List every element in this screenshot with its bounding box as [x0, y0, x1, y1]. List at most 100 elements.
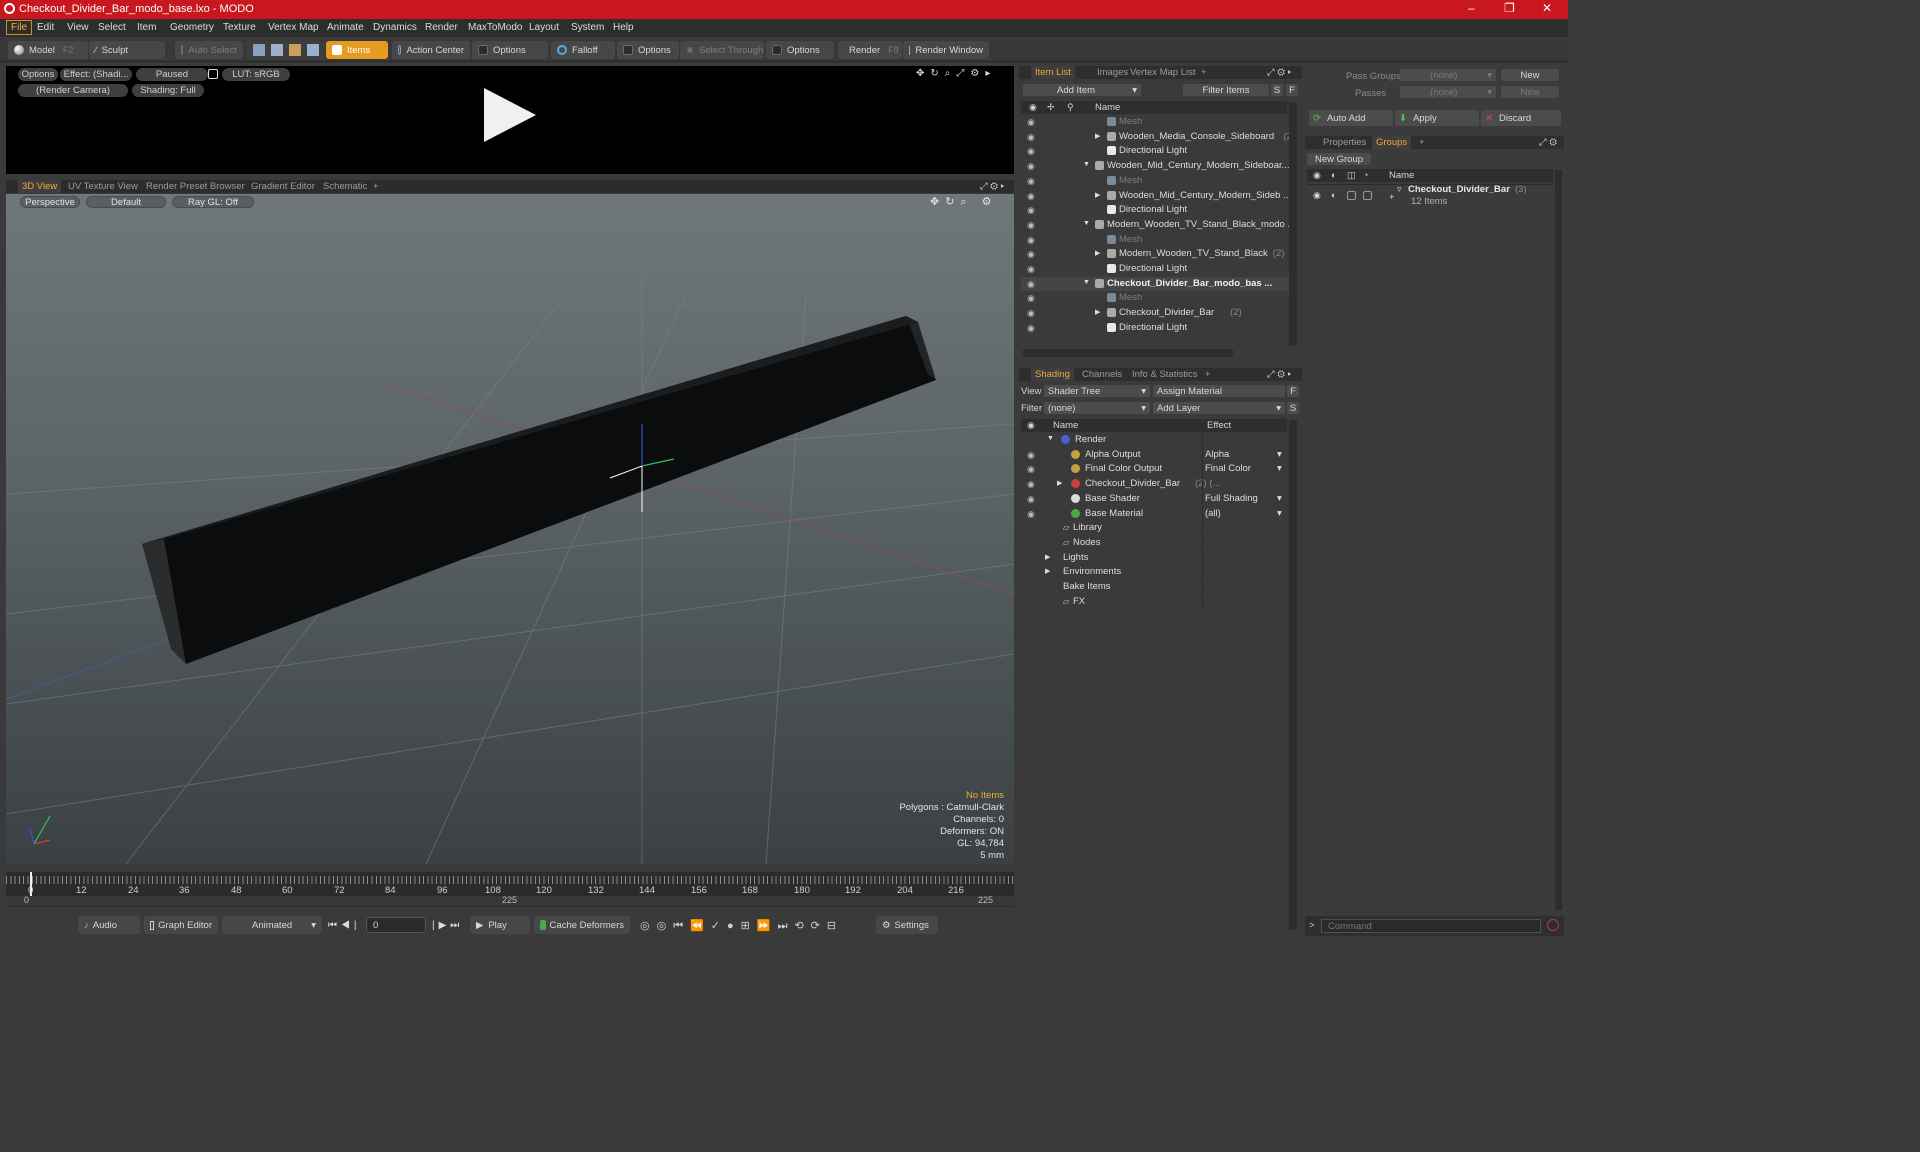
- eye-icon[interactable]: ◉: [1027, 509, 1035, 520]
- menu-maxtomodo[interactable]: MaxToModo: [464, 21, 526, 34]
- record-icon[interactable]: [1547, 919, 1559, 931]
- expand-icon[interactable]: ▶: [1045, 553, 1050, 561]
- expand-icon[interactable]: ▶: [1095, 191, 1100, 199]
- lock-icon[interactable]: [208, 69, 218, 79]
- eye-icon[interactable]: ◉: [1027, 132, 1035, 143]
- shader-row[interactable]: ▱ Library: [1021, 521, 1289, 536]
- shader-tree-dropdown[interactable]: Shader Tree ▾: [1044, 385, 1150, 397]
- effect-dropdown[interactable]: Alpha: [1205, 449, 1229, 460]
- menu-vertex-map[interactable]: Vertex Map: [264, 21, 323, 34]
- tab-render-preset-browser[interactable]: Render Preset Browser: [142, 180, 249, 193]
- eye-icon[interactable]: ◉: [1027, 161, 1035, 172]
- checkout-divider-bar-mesh[interactable]: [142, 316, 936, 664]
- filter-items-field[interactable]: Filter Items: [1183, 84, 1269, 96]
- eye-icon[interactable]: ◉: [1027, 191, 1035, 202]
- menu-texture[interactable]: Texture: [219, 21, 260, 34]
- effect-dropdown[interactable]: Final Color: [1205, 463, 1251, 474]
- assign-material-field[interactable]: Assign Material: [1153, 385, 1285, 397]
- shader-row[interactable]: ◉ Final Color Output Final Color ▾: [1021, 462, 1289, 477]
- shader-row[interactable]: ▱ Nodes: [1021, 535, 1289, 551]
- group-row[interactable]: ◉ ◐ + ▿ Checkout_Divider_Bar (3) 12 Item…: [1307, 184, 1553, 208]
- item-row[interactable]: ◉ Mesh: [1021, 115, 1289, 130]
- menu-edit[interactable]: Edit: [33, 21, 58, 34]
- tab-channels[interactable]: Channels: [1078, 368, 1126, 381]
- lock-column-icon[interactable]: ✢: [1047, 102, 1055, 113]
- eye-icon[interactable]: ◉: [1027, 117, 1035, 128]
- shader-row[interactable]: Bake Items: [1021, 580, 1289, 595]
- play-icon[interactable]: [484, 88, 536, 142]
- item-row[interactable]: ◉ Mesh: [1021, 291, 1289, 306]
- item-list-f-button[interactable]: F: [1286, 84, 1298, 96]
- groups-name-header[interactable]: Name: [1389, 170, 1414, 181]
- shading-f-button[interactable]: F: [1287, 385, 1299, 397]
- lock-checkbox[interactable]: [1347, 191, 1356, 200]
- add-tab-icon[interactable]: +: [1201, 368, 1215, 381]
- eye-icon[interactable]: ◉: [1027, 323, 1035, 334]
- effect-column-header[interactable]: Effect: [1207, 420, 1231, 431]
- lut-dropdown[interactable]: LUT: sRGB: [222, 68, 290, 81]
- item-row[interactable]: ◉ ▶ Checkout_Divider_Bar (2): [1021, 306, 1289, 321]
- model-button[interactable]: Model F2: [8, 41, 88, 59]
- timeline-range-bar[interactable]: 0 225 225: [6, 895, 1014, 906]
- shader-row[interactable]: ▱ FX: [1021, 594, 1289, 610]
- action-center-options-button[interactable]: Options: [472, 41, 548, 59]
- eye-icon[interactable]: ◉: [1027, 450, 1035, 461]
- eye-icon[interactable]: ◉: [1027, 479, 1035, 490]
- action-center-button[interactable]: Action Center: [392, 41, 470, 59]
- menu-item[interactable]: Item: [133, 21, 160, 34]
- ref-column-icon[interactable]: ⚲: [1067, 102, 1074, 113]
- cache-deformers-button[interactable]: Cache Deformers: [534, 916, 630, 934]
- viewport-panel-controls[interactable]: ⤢ ⚙ ▸: [976, 180, 1008, 193]
- panel-controls[interactable]: ⤢ ⚙: [1535, 136, 1561, 149]
- eye-icon[interactable]: ◉: [1027, 205, 1035, 216]
- item-row[interactable]: ◉ Directional Light: [1021, 203, 1289, 218]
- tab-gradient-editor[interactable]: Gradient Editor: [247, 180, 319, 193]
- tab-info-statistics[interactable]: Info & Statistics: [1128, 368, 1201, 381]
- menu-render[interactable]: Render: [421, 21, 462, 34]
- item-row[interactable]: ◉▶Wooden_Media_Console_Sideboard(2): [1021, 130, 1289, 145]
- eye-icon[interactable]: ◉: [1027, 494, 1035, 505]
- panel-controls[interactable]: ⤢ ⚙ ▸: [1263, 66, 1295, 79]
- shader-row[interactable]: ◉ Base Shader Full Shading ▾: [1021, 491, 1289, 507]
- eye-icon[interactable]: ◉: [1027, 293, 1035, 304]
- item-row[interactable]: ◉ ▶ Modern_Wooden_TV_Stand_Black (2): [1021, 247, 1289, 262]
- falloff-button[interactable]: Falloff: [551, 41, 615, 59]
- shader-tree-scrollbar[interactable]: [1289, 420, 1297, 930]
- item-row[interactable]: ◉ ▼ Checkout_Divider_Bar_modo_bas ...: [1021, 276, 1289, 292]
- expand-icon[interactable]: ▶: [1095, 308, 1100, 316]
- panel-controls[interactable]: ⤢ ⚙ ▸: [1263, 368, 1295, 381]
- menu-select[interactable]: Select: [94, 21, 130, 34]
- effect-dropdown[interactable]: Full Shading: [1205, 493, 1258, 504]
- eye-icon[interactable]: ◉: [1027, 235, 1035, 246]
- close-icon[interactable]: ✕: [1542, 1, 1552, 15]
- eye-icon[interactable]: ◉: [1027, 464, 1035, 475]
- item-list-scrollbar[interactable]: [1289, 102, 1297, 346]
- render-column-icon[interactable]: ◐: [1331, 170, 1336, 180]
- step-back-controls[interactable]: ⏮◀|: [328, 920, 364, 932]
- shader-row[interactable]: ◉ Base Material (all) ▾: [1021, 506, 1289, 522]
- vertex-mode-icon[interactable]: [253, 44, 265, 56]
- new-group-button[interactable]: New Group: [1307, 153, 1371, 165]
- shader-row[interactable]: ▶ Lights: [1021, 550, 1289, 566]
- select-through-button[interactable]: ⋇ Select Through: [680, 41, 764, 59]
- tab-properties[interactable]: Properties: [1319, 136, 1370, 149]
- eye-icon[interactable]: ◉: [1027, 249, 1035, 260]
- preview-paused-button[interactable]: Paused: [136, 68, 208, 81]
- lock-column-icon[interactable]: ◫: [1347, 170, 1356, 181]
- item-row[interactable]: ◉ Directional Light: [1021, 262, 1289, 277]
- apply-button[interactable]: ⬇ Apply: [1395, 110, 1479, 126]
- frame-field[interactable]: 0: [366, 917, 426, 933]
- item-row[interactable]: ◉ Mesh: [1021, 233, 1289, 248]
- select-column-icon[interactable]: ◔: [1363, 170, 1368, 180]
- preview-options-button[interactable]: Options: [18, 68, 58, 81]
- chevron-down-icon[interactable]: ▾: [1277, 463, 1282, 474]
- tab-schematic[interactable]: Schematic: [319, 180, 371, 193]
- name-column-header[interactable]: Name: [1053, 420, 1078, 431]
- camera-dropdown[interactable]: (Render Camera): [18, 84, 128, 97]
- eye-column-icon[interactable]: ◉: [1029, 102, 1037, 113]
- command-input[interactable]: [1321, 919, 1541, 933]
- chevron-down-icon[interactable]: ▾: [1277, 508, 1282, 519]
- menu-animate[interactable]: Animate: [323, 21, 368, 34]
- effect-dropdown[interactable]: (all): [1205, 508, 1221, 519]
- menu-dynamics[interactable]: Dynamics: [369, 21, 421, 34]
